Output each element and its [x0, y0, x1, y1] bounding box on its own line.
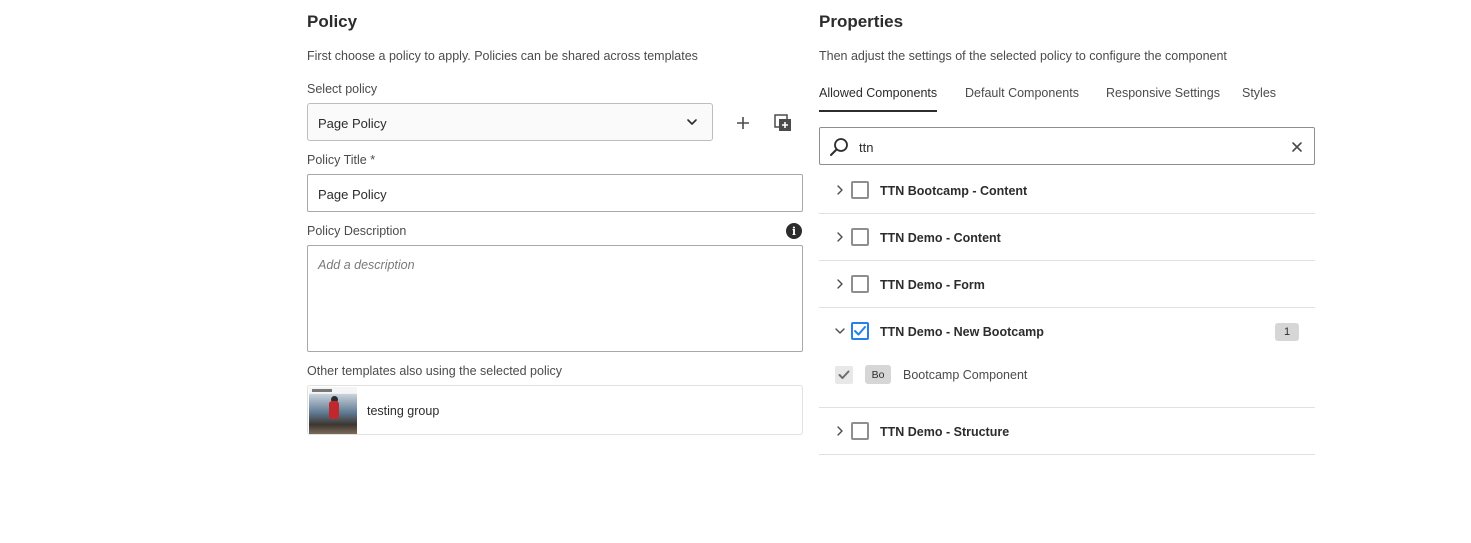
group-label: TTN Bootcamp - Content	[880, 184, 1028, 198]
group-checkbox[interactable]	[851, 228, 869, 246]
plus-icon	[737, 117, 749, 129]
policy-description-text: First choose a policy to apply. Policies…	[307, 49, 698, 63]
policy-description-textarea[interactable]: Add a description	[307, 245, 803, 352]
properties-description-text: Then adjust the settings of the selected…	[819, 49, 1227, 63]
select-policy-label: Select policy	[307, 82, 378, 96]
checkmark-icon	[838, 370, 850, 379]
policy-title-label: Policy Title *	[307, 153, 376, 167]
component-name: Bootcamp Component	[903, 368, 1028, 382]
select-policy-dropdown[interactable]: Page Policy	[307, 103, 713, 141]
template-name: testing group	[367, 404, 440, 418]
duplicate-policy-button[interactable]	[771, 111, 795, 135]
other-templates-label: Other templates also using the selected …	[307, 364, 562, 378]
tab-responsive-settings[interactable]: Responsive Settings	[1106, 86, 1220, 112]
search-icon	[830, 138, 848, 156]
properties-tabs: Allowed Components Default Components Re…	[819, 86, 1315, 112]
component-abbreviation: Bo	[865, 365, 891, 384]
component-item[interactable]: Bo Bootcamp Component	[835, 364, 1295, 388]
component-checkbox-checked[interactable]	[835, 366, 853, 384]
group-label: TTN Demo - Content	[880, 231, 1001, 245]
group-checkbox[interactable]	[851, 275, 869, 293]
component-group-row-expanded[interactable]: TTN Demo - New Bootcamp 1	[819, 308, 1315, 408]
info-icon[interactable]: i	[786, 223, 802, 239]
tab-styles[interactable]: Styles	[1242, 86, 1276, 112]
chevron-down-icon[interactable]	[835, 326, 845, 336]
group-label: TTN Demo - New Bootcamp	[880, 325, 1044, 339]
chevron-right-icon[interactable]	[835, 279, 845, 289]
template-thumbnail	[309, 387, 357, 434]
template-card[interactable]: testing group	[307, 385, 803, 435]
add-policy-button[interactable]	[731, 111, 755, 135]
select-policy-value: Page Policy	[318, 116, 387, 131]
group-checkbox[interactable]	[851, 181, 869, 199]
description-placeholder: Add a description	[318, 258, 415, 272]
component-group-row[interactable]: TTN Demo - Content	[819, 214, 1315, 261]
component-group-row[interactable]: TTN Bootcamp - Content	[819, 166, 1315, 214]
group-checkbox[interactable]	[851, 422, 869, 440]
copy-add-icon	[774, 114, 791, 131]
search-value: ttn	[859, 140, 874, 155]
tab-default-components[interactable]: Default Components	[965, 86, 1079, 112]
policy-title-value: Page Policy	[318, 187, 387, 202]
group-label: TTN Demo - Structure	[880, 425, 1010, 439]
chevron-down-icon	[687, 119, 697, 125]
component-group-row[interactable]: TTN Demo - Structure	[819, 408, 1315, 455]
chevron-right-icon[interactable]	[835, 185, 845, 195]
group-label: TTN Demo - Form	[880, 278, 985, 292]
component-group-row[interactable]: TTN Demo - Form	[819, 261, 1315, 308]
close-icon[interactable]	[1290, 140, 1304, 154]
chevron-right-icon[interactable]	[835, 426, 845, 436]
policy-title-input[interactable]: Page Policy	[307, 174, 803, 212]
tab-allowed-components[interactable]: Allowed Components	[819, 86, 938, 112]
policy-heading: Policy	[307, 12, 358, 31]
properties-heading: Properties	[819, 12, 904, 31]
checkmark-icon	[854, 326, 866, 336]
component-search-input[interactable]: ttn	[819, 127, 1315, 165]
selected-count-badge: 1	[1275, 323, 1299, 341]
policy-description-label: Policy Description	[307, 224, 407, 238]
chevron-right-icon[interactable]	[835, 232, 845, 242]
group-checkbox-checked[interactable]	[851, 322, 869, 340]
